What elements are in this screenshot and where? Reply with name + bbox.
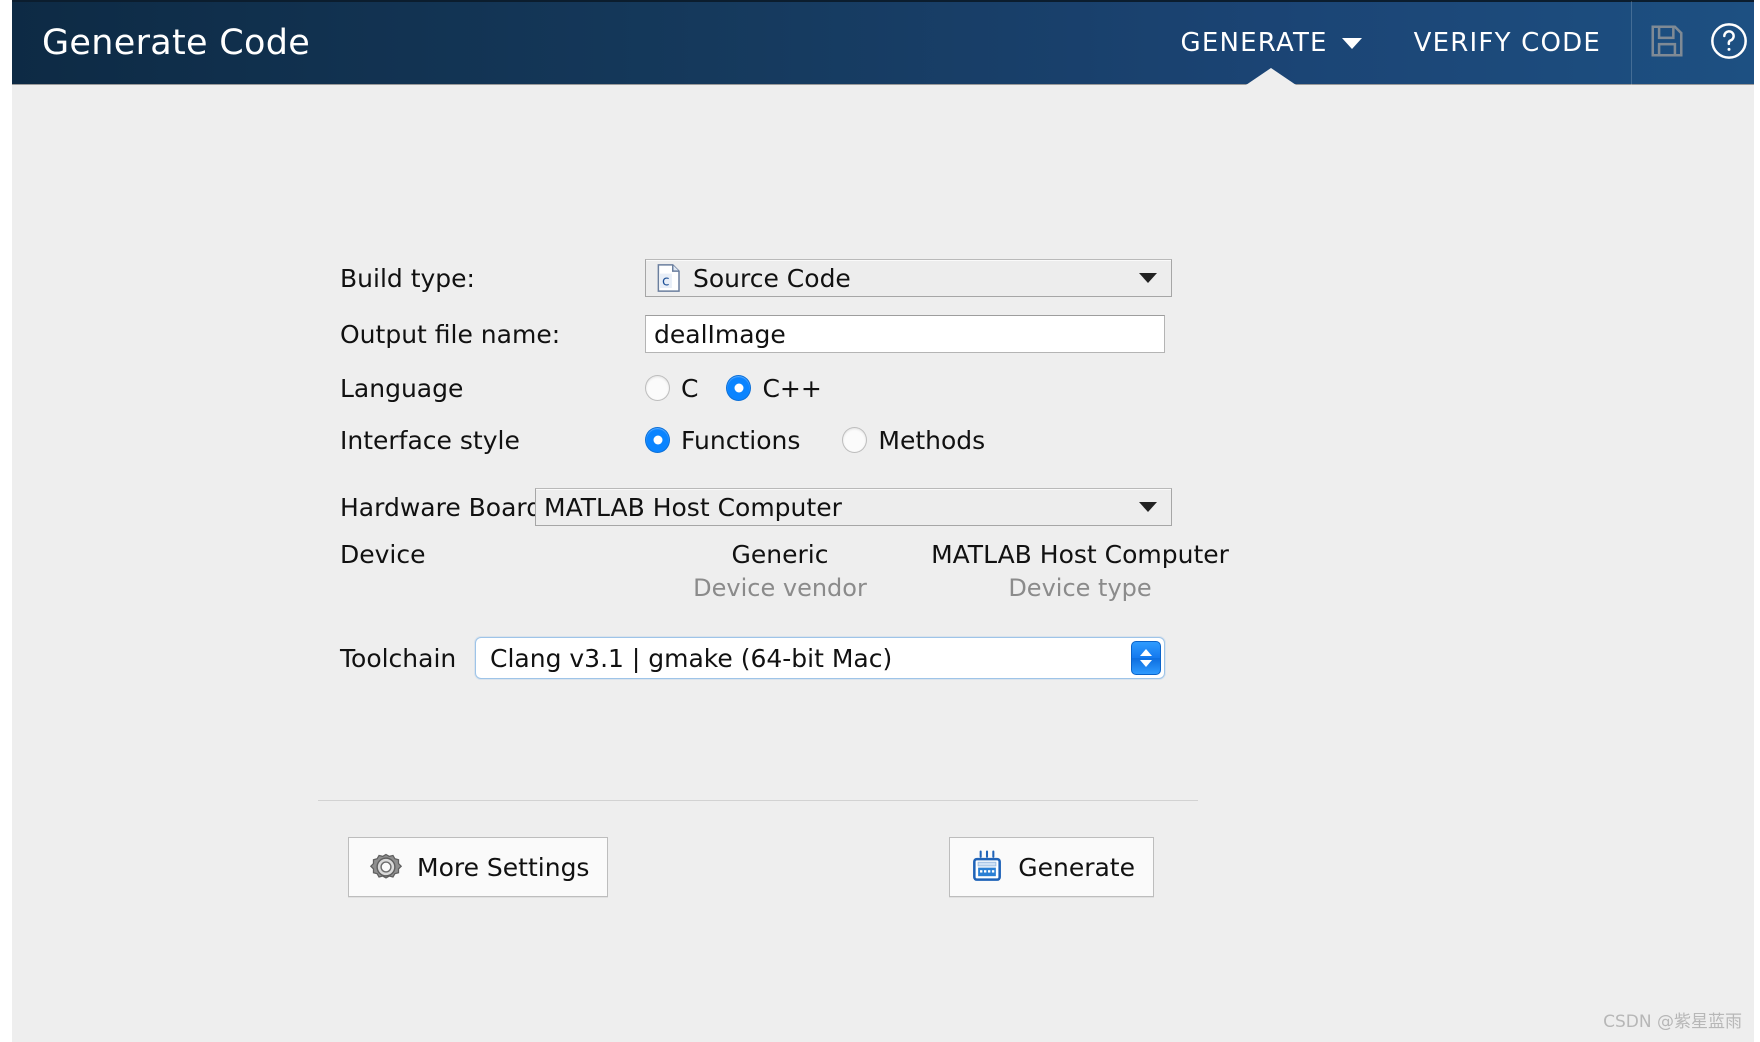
device-vendor-caption: Device vendor [630,569,930,602]
toolstrip-right: GENERATE VERIFY CODE [1155,1,1760,86]
radio-functions[interactable] [645,427,670,453]
tab-generate-label: GENERATE [1181,28,1328,58]
chevron-down-icon [1139,273,1157,283]
device-type-caption: Device type [930,569,1230,602]
generate-button[interactable]: Generate [949,837,1154,897]
build-type-value: Source Code [693,264,1139,293]
output-file-name-input[interactable] [654,320,1156,349]
build-type-dropdown[interactable]: c Source Code [645,259,1172,297]
page-title: Generate Code [42,23,310,63]
hardware-board-label: Hardware Board [340,493,535,522]
interface-style-label: Interface style [340,426,645,455]
more-settings-button[interactable]: More Settings [348,837,608,897]
interface-style-option-functions[interactable]: Functions [645,426,800,455]
language-row: Language C C++ [340,362,1440,414]
interface-style-row: Interface style Functions Methods [340,414,1440,466]
radio-cpp[interactable] [726,375,751,401]
generate-code-window: Generate Code GENERATE VERIFY CODE [0,0,1760,1042]
build-type-label: Build type: [340,264,645,293]
interface-style-option-functions-label: Functions [681,426,800,455]
tab-verify-code-label: VERIFY CODE [1414,28,1601,58]
radio-methods[interactable] [842,427,867,453]
save-icon [1648,22,1686,64]
interface-style-radio-group: Functions Methods [645,426,1001,455]
language-label: Language [340,374,645,403]
language-option-c-label: C [681,374,698,403]
chevron-up-icon [1140,649,1152,656]
generate-label: Generate [1018,853,1135,882]
language-option-cpp[interactable]: C++ [726,374,821,403]
hardware-board-dropdown[interactable]: MATLAB Host Computer [535,488,1172,526]
device-type-value: MATLAB Host Computer [930,540,1230,569]
help-button[interactable] [1698,1,1760,86]
more-settings-label: More Settings [417,853,589,882]
interface-style-option-methods[interactable]: Methods [842,426,985,455]
watermark-text: CSDN @紫星蓝雨 [1603,1007,1742,1032]
hardware-board-value: MATLAB Host Computer [544,493,1139,522]
radio-c[interactable] [645,375,670,401]
output-file-name-field[interactable] [645,315,1165,353]
tab-verify-code[interactable]: VERIFY CODE [1388,1,1627,86]
tab-generate[interactable]: GENERATE [1155,1,1388,86]
output-file-name-label: Output file name: [340,320,645,349]
device-captions-row: Device vendor Device type [340,569,1440,602]
svg-text:c: c [662,274,670,290]
chip-icon [968,848,1006,886]
chevron-down-icon [1139,502,1157,512]
device-values-row: Device Generic MATLAB Host Computer [340,540,1440,569]
language-option-c[interactable]: C [645,374,698,403]
toolchain-label: Toolchain [340,644,475,673]
save-button[interactable] [1636,1,1698,86]
main-content: Build type: c Source Code [0,85,1760,1042]
language-option-cpp-label: C++ [762,374,821,403]
app-toolstrip: Generate Code GENERATE VERIFY CODE [0,0,1760,85]
device-vendor-value: Generic [630,540,930,569]
toolchain-dropdown[interactable]: Clang v3.1 | gmake (64-bit Mac) [475,637,1165,679]
output-file-name-row: Output file name: [340,306,1440,362]
build-type-row: Build type: c Source Code [340,250,1440,306]
footer-actions: More Settings [348,837,1154,897]
language-radio-group: C C++ [645,374,838,403]
window-right-edge [1754,0,1760,1042]
toolchain-row: Toolchain Clang v3.1 | gmake (64-bit Mac… [340,628,1440,688]
toolstrip-left: Generate Code [0,1,310,86]
toolchain-stepper[interactable] [1131,641,1161,675]
toolstrip-divider [1631,1,1632,86]
chevron-down-icon [1342,38,1362,49]
interface-style-option-methods-label: Methods [878,426,985,455]
toolchain-value: Clang v3.1 | gmake (64-bit Mac) [490,644,892,673]
device-block: Device Generic MATLAB Host Computer Devi… [340,540,1440,602]
hardware-board-row: Hardware Board MATLAB Host Computer [340,478,1440,536]
footer-divider [318,800,1198,801]
window-left-edge [0,0,12,1042]
chevron-down-icon [1140,660,1152,667]
code-generation-form: Build type: c Source Code [340,250,1440,688]
help-icon [1709,21,1749,65]
c-source-file-icon: c [656,263,682,293]
gear-icon [367,848,405,886]
device-label: Device [340,540,630,569]
